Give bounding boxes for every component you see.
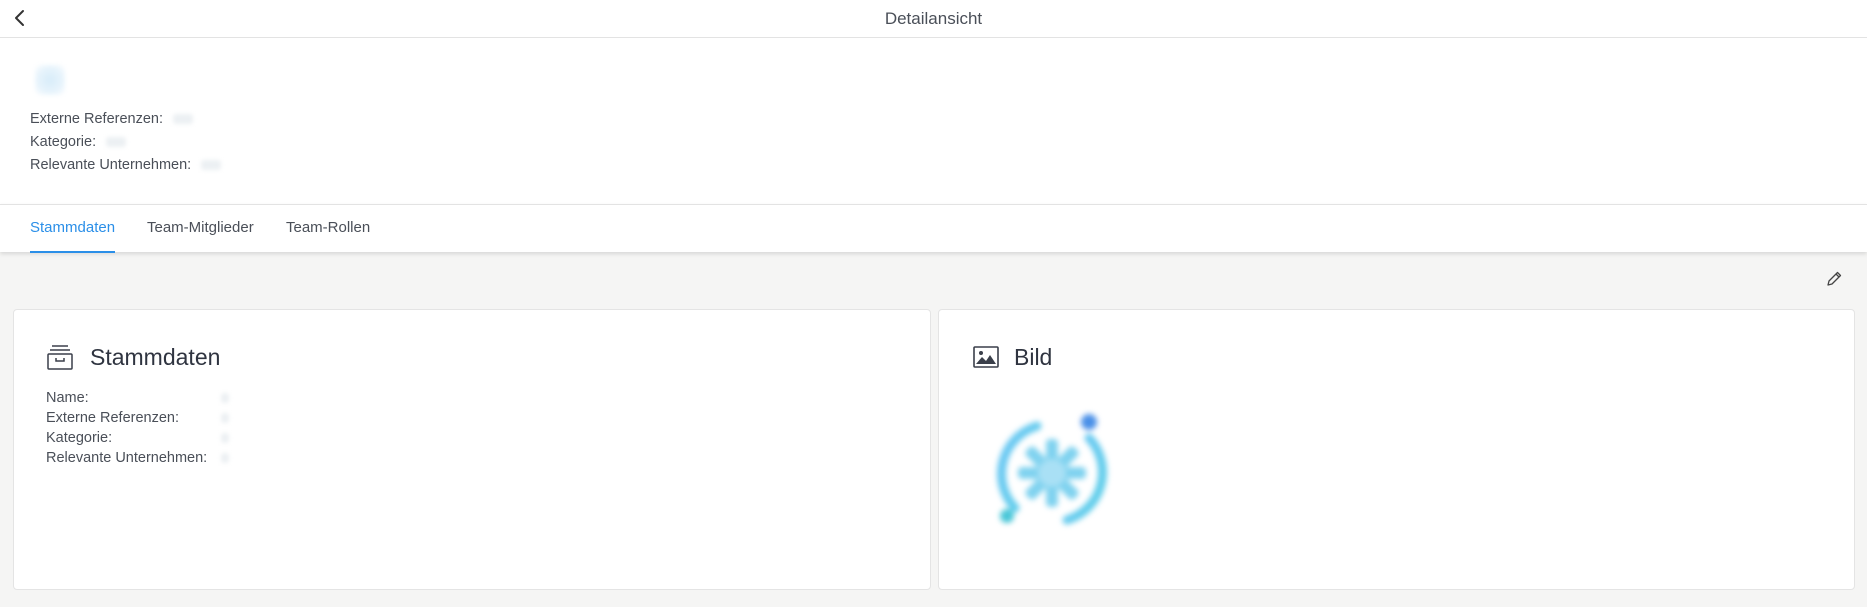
header-field-category: Kategorie: [30, 131, 221, 154]
header-info: Externe Referenzen: Kategorie: Relevante… [30, 108, 222, 177]
redacted-value [173, 114, 193, 125]
bild-card: Bild [938, 309, 1855, 590]
field-row-external-refs: Externe Referenzen: [46, 408, 229, 428]
stammdaten-fields: Name: Externe Referenzen: Kategorie: Rel… [46, 388, 229, 468]
pencil-icon [1827, 271, 1842, 286]
image-icon [973, 346, 999, 368]
tab-team-rollen[interactable]: Team-Rollen [286, 219, 370, 253]
header-field-companies: Relevante Unternehmen: [30, 154, 222, 177]
field-row-companies: Relevante Unternehmen: [46, 448, 229, 468]
header-field-external-refs: Externe Referenzen: [30, 108, 221, 131]
redacted-value [221, 433, 229, 443]
edit-button[interactable] [1823, 268, 1845, 290]
stammdaten-card: Stammdaten Name: Externe Referenzen: Kat… [13, 309, 931, 590]
field-row-category: Kategorie: [46, 428, 229, 448]
loading-image [997, 414, 1107, 525]
archive-icon [47, 345, 73, 370]
tab-stammdaten[interactable]: Stammdaten [30, 219, 116, 253]
redacted-value [221, 453, 229, 463]
redacted-value [106, 137, 127, 148]
bild-card-title: Bild [1014, 344, 1053, 370]
redacted-value [201, 160, 222, 171]
stammdaten-card-title: Stammdaten [90, 344, 221, 370]
redacted-value [221, 413, 229, 423]
tab-bar: Stammdaten Team-Mitglieder Team-Rollen [0, 204, 1867, 253]
redacted-value [221, 393, 229, 403]
top-bar: Detailansicht [0, 0, 1867, 38]
page-title: Detailansicht [884, 9, 983, 28]
entity-avatar [35, 65, 65, 95]
entity-header [0, 38, 1867, 204]
tab-team-mitglieder[interactable]: Team-Mitglieder [147, 219, 254, 253]
field-row-name: Name: [46, 388, 229, 408]
